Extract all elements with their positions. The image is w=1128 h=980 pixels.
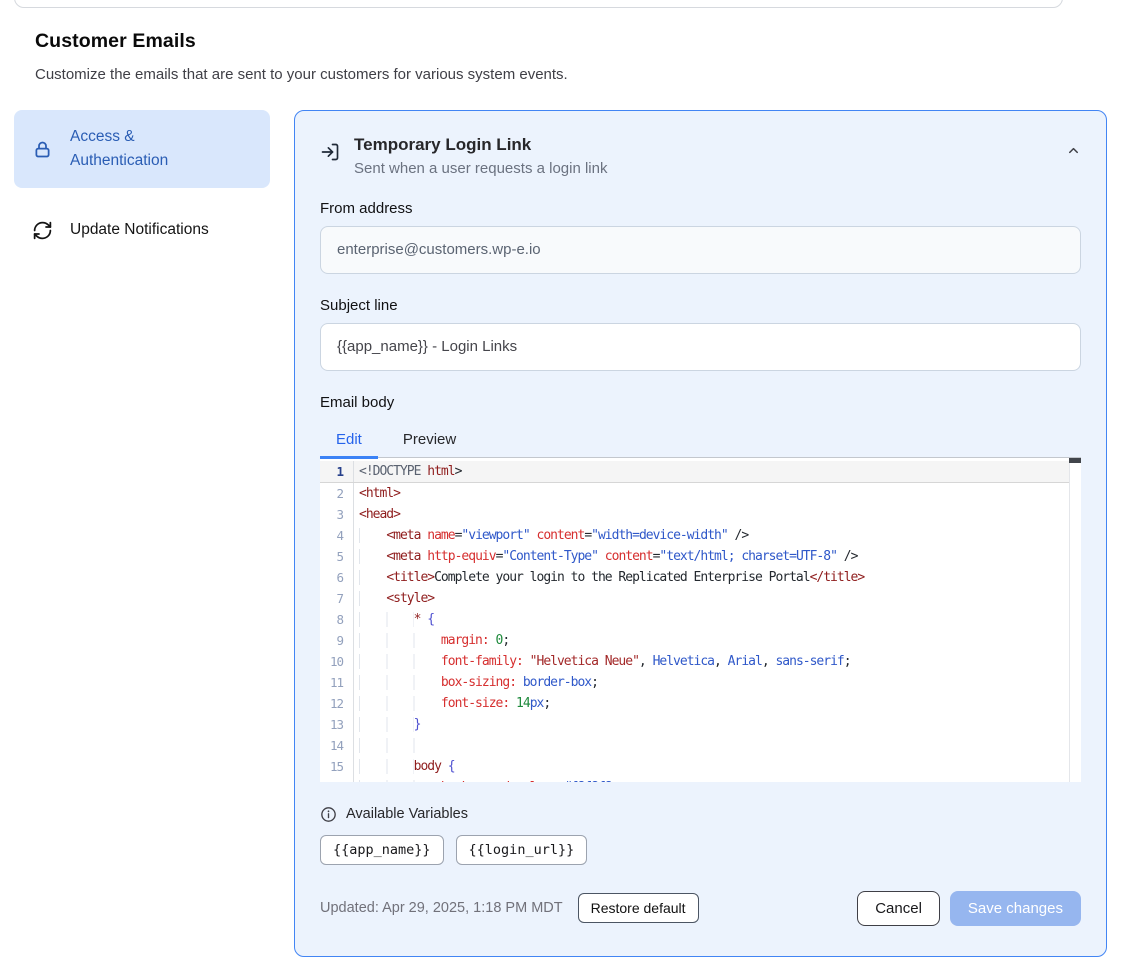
- code-line[interactable]: 14: [320, 735, 1081, 756]
- code-line-content: <!DOCTYPE html>: [354, 461, 461, 482]
- code-line[interactable]: 2<html>: [320, 483, 1081, 504]
- code-line-content: <meta name="viewport" content="width=dev…: [354, 525, 748, 546]
- panel-header: Temporary Login Link Sent when a user re…: [320, 133, 1081, 177]
- from-address-input[interactable]: [320, 226, 1081, 274]
- code-line[interactable]: 16 background-color: #f8f8f8;: [320, 777, 1081, 782]
- line-number: 11: [320, 672, 354, 693]
- restore-default-button[interactable]: Restore default: [578, 893, 699, 923]
- code-line-content: font-size: 14px;: [354, 693, 550, 714]
- code-line[interactable]: 8 * {: [320, 609, 1081, 630]
- code-line-content: }: [354, 714, 420, 735]
- panel-header-text: Temporary Login Link Sent when a user re…: [354, 133, 607, 177]
- lock-icon: [32, 139, 53, 160]
- line-number: 4: [320, 525, 354, 546]
- line-number: 16: [320, 777, 354, 782]
- email-template-panel: Temporary Login Link Sent when a user re…: [294, 110, 1107, 957]
- from-address-label: From address: [320, 200, 1081, 217]
- available-variables-row: Available Variables: [320, 806, 1081, 823]
- code-line-content: <html>: [354, 483, 400, 504]
- code-line[interactable]: 9 margin: 0;: [320, 630, 1081, 651]
- code-line-content: <head>: [354, 504, 400, 525]
- info-icon: [320, 806, 337, 823]
- sidebar-item-label: Access & Authentication: [70, 125, 222, 173]
- page-title: Customer Emails: [35, 30, 196, 53]
- code-line-content: [354, 735, 441, 756]
- code-editor[interactable]: 1<!DOCTYPE html>2<html>3<head>4 <meta na…: [320, 457, 1081, 782]
- subject-line-input[interactable]: [320, 323, 1081, 371]
- code-line[interactable]: 12 font-size: 14px;: [320, 693, 1081, 714]
- code-line[interactable]: 5 <meta http-equiv="Content-Type" conten…: [320, 546, 1081, 567]
- save-changes-button[interactable]: Save changes: [950, 891, 1081, 926]
- code-line[interactable]: 1<!DOCTYPE html>: [320, 461, 1081, 483]
- code-line-content: <style>: [354, 588, 434, 609]
- line-number: 8: [320, 609, 354, 630]
- page-subtitle: Customize the emails that are sent to yo…: [35, 66, 568, 83]
- sidebar-item-access-authentication[interactable]: Access & Authentication: [14, 110, 270, 188]
- code-line[interactable]: 11 box-sizing: border-box;: [320, 672, 1081, 693]
- code-line-content: body {: [354, 756, 455, 777]
- code-line[interactable]: 10 font-family: "Helvetica Neue", Helvet…: [320, 651, 1081, 672]
- page: Customer Emails Customize the emails tha…: [0, 0, 1128, 980]
- line-number: 5: [320, 546, 354, 567]
- updated-timestamp: Updated: Apr 29, 2025, 1:18 PM MDT: [320, 900, 563, 916]
- line-number: 2: [320, 483, 354, 504]
- line-number: 12: [320, 693, 354, 714]
- editor-scrollbar[interactable]: [1069, 458, 1081, 782]
- code-line-content: margin: 0;: [354, 630, 509, 651]
- code-line[interactable]: 6 <title>Complete your login to the Repl…: [320, 567, 1081, 588]
- code-line-content: font-family: "Helvetica Neue", Helvetica…: [354, 651, 851, 672]
- line-number: 7: [320, 588, 354, 609]
- line-number: 10: [320, 651, 354, 672]
- sidebar: Access & Authentication Update Notificat…: [14, 110, 270, 254]
- chevron-up-icon[interactable]: [1066, 143, 1081, 158]
- code-line[interactable]: 3<head>: [320, 504, 1081, 525]
- subject-line-label: Subject line: [320, 297, 1081, 314]
- code-line-content: <title>Complete your login to the Replic…: [354, 567, 864, 588]
- top-card-edge: [14, 0, 1063, 8]
- refresh-icon: [32, 220, 53, 241]
- line-number: 13: [320, 714, 354, 735]
- available-variables-label: Available Variables: [346, 806, 468, 822]
- line-number: 9: [320, 630, 354, 651]
- line-number: 1: [320, 461, 354, 482]
- code-line-content: * {: [354, 609, 434, 630]
- code-line[interactable]: 7 <style>: [320, 588, 1081, 609]
- tab-preview[interactable]: Preview: [387, 423, 472, 457]
- code-line[interactable]: 4 <meta name="viewport" content="width=d…: [320, 525, 1081, 546]
- variable-chip[interactable]: {{login_url}}: [456, 835, 588, 865]
- code-line[interactable]: 13 }: [320, 714, 1081, 735]
- panel-footer: Updated: Apr 29, 2025, 1:18 PM MDT Resto…: [320, 891, 1081, 926]
- variable-chip[interactable]: {{app_name}}: [320, 835, 444, 865]
- line-number: 14: [320, 735, 354, 756]
- line-number: 15: [320, 756, 354, 777]
- variable-chips: {{app_name}} {{login_url}}: [320, 835, 1081, 865]
- sidebar-item-update-notifications[interactable]: Update Notifications: [14, 206, 270, 254]
- editor-scrollbar-thumb[interactable]: [1069, 458, 1081, 463]
- code-line-content: background-color: #f8f8f8;: [354, 777, 618, 782]
- code-lines: 1<!DOCTYPE html>2<html>3<head>4 <meta na…: [320, 458, 1081, 782]
- panel-subtitle: Sent when a user requests a login link: [354, 160, 607, 177]
- email-body-tabs: Edit Preview: [320, 423, 1081, 457]
- code-line-content: <meta http-equiv="Content-Type" content=…: [354, 546, 857, 567]
- line-number: 6: [320, 567, 354, 588]
- sidebar-item-label: Update Notifications: [70, 218, 222, 242]
- panel-title: Temporary Login Link: [354, 133, 607, 158]
- login-icon: [320, 142, 340, 162]
- email-body-label: Email body: [320, 394, 1081, 411]
- cancel-button[interactable]: Cancel: [857, 891, 940, 926]
- code-line[interactable]: 15 body {: [320, 756, 1081, 777]
- code-line-content: box-sizing: border-box;: [354, 672, 598, 693]
- line-number: 3: [320, 504, 354, 525]
- tab-edit[interactable]: Edit: [320, 423, 378, 459]
